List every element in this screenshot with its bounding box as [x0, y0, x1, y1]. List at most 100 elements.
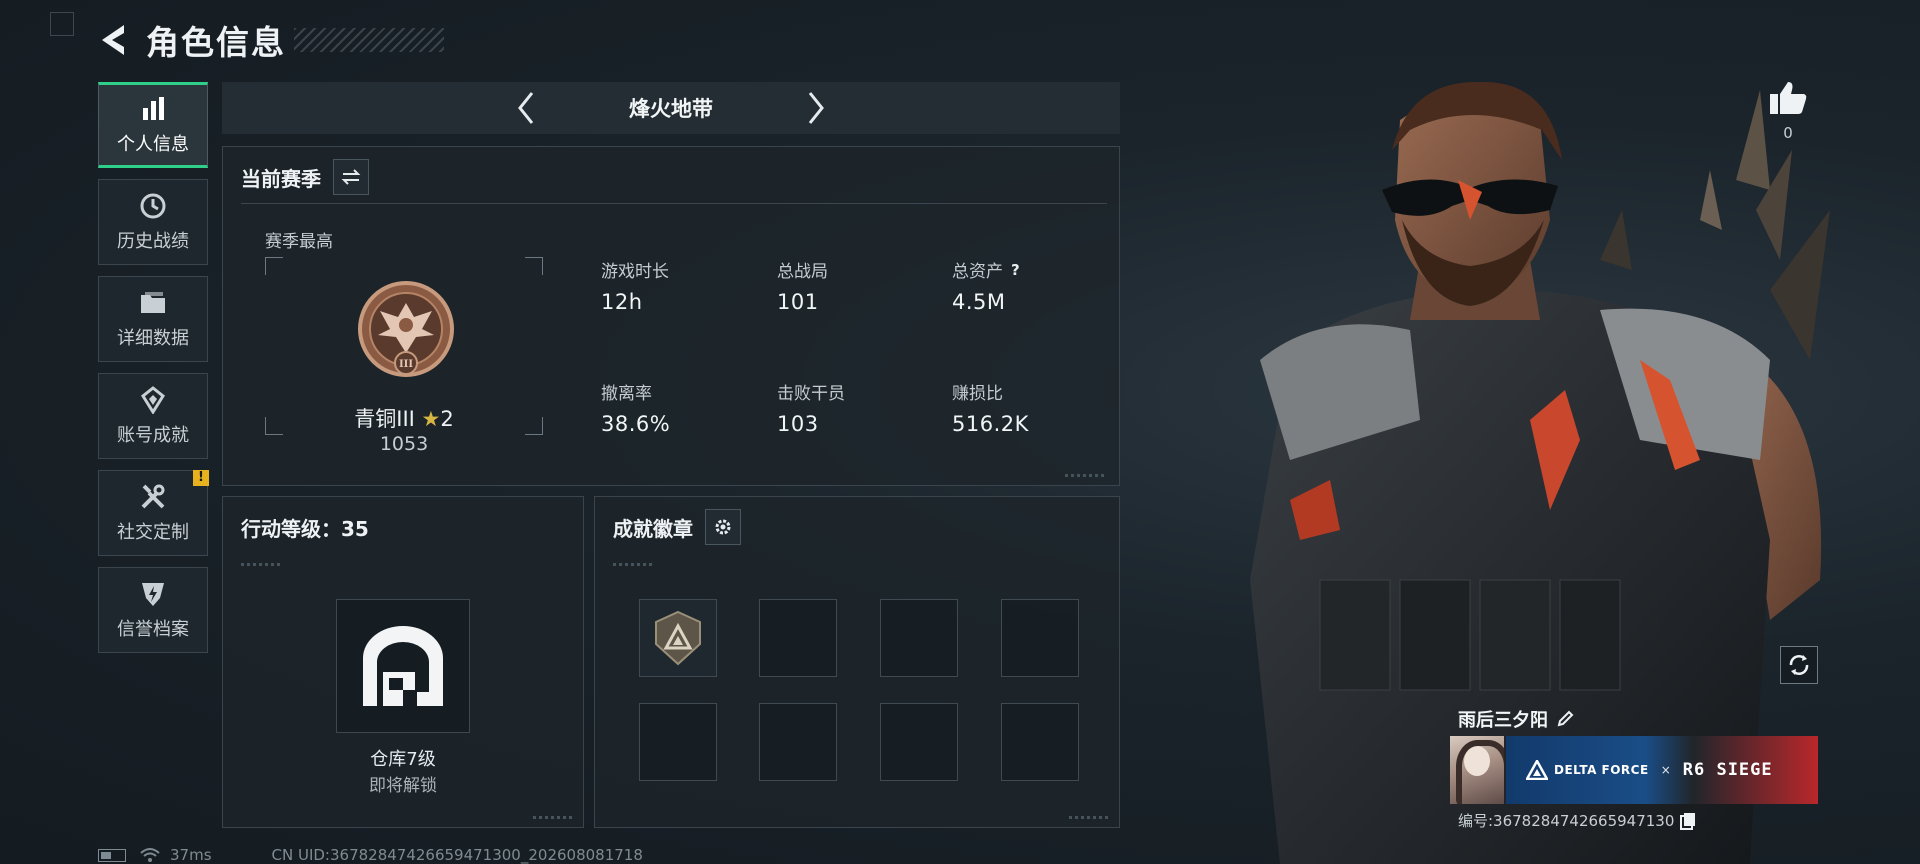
help-icon[interactable]: ?	[1011, 261, 1020, 279]
page-title: 角色信息	[146, 23, 286, 62]
frame-corner	[265, 257, 283, 275]
badge-slot-5[interactable]	[639, 703, 717, 781]
badge-slot-6[interactable]	[759, 703, 837, 781]
gear-icon[interactable]	[705, 509, 741, 545]
chevron-left-icon[interactable]	[506, 82, 546, 134]
r6-siege-logo: R6 SIEGE	[1682, 760, 1773, 780]
title-decoration	[294, 28, 444, 52]
season-header: 当前赛季	[241, 157, 369, 197]
edit-pencil-icon[interactable]	[1556, 710, 1574, 728]
stat-total-matches: 总战局 101	[777, 257, 828, 314]
nav-item-social-custom[interactable]: ! 社交定制	[98, 470, 209, 556]
stat-label: 赚损比	[952, 384, 1003, 404]
wifi-icon	[140, 847, 160, 863]
frame-corner	[525, 257, 543, 275]
badges-title: 成就徽章	[613, 516, 693, 541]
stat-value: 12h	[601, 290, 643, 314]
collab-separator: ×	[1660, 763, 1671, 777]
history-clock-icon	[138, 191, 168, 221]
stat-play-time: 游戏时长 12h	[601, 257, 669, 314]
action-level-header: 行动等级：35	[241, 507, 369, 547]
ping-value: 37ms	[170, 846, 212, 864]
player-name-row: 雨后三夕阳	[1458, 706, 1574, 732]
nav-item-personal-info[interactable]: 个人信息	[98, 82, 208, 168]
rank-name-line: 青铜III ★2	[265, 403, 543, 433]
stat-value: 101	[777, 290, 819, 314]
nav-item-achievements[interactable]: 账号成就	[98, 373, 208, 459]
achievement-badges-panel: 成就徽章	[594, 496, 1120, 828]
nav-label: 历史战绩	[117, 231, 189, 252]
stat-label: 游戏时长	[601, 262, 669, 282]
badge-slot-7[interactable]	[880, 703, 958, 781]
stat-label: 总资产 ?	[952, 257, 1020, 283]
badge-slot-8[interactable]	[1001, 703, 1079, 781]
thumbs-up-icon	[1770, 82, 1807, 114]
side-nav: 个人信息 历史战绩 详细数据 账号成就 ! 社交定制 信誉档案	[98, 82, 209, 664]
stat-value: 4.5M	[952, 290, 1006, 314]
season-panel: 当前赛季 赛季最高 III 青铜III ★2 1053 游戏时长 12h 总战局…	[222, 146, 1120, 486]
player-id-row: 编号:3678284742665947130	[1458, 810, 1696, 831]
action-level-panel: 行动等级：35 仓库7级 即将解锁	[222, 496, 584, 828]
panel-decoration	[1065, 474, 1105, 477]
player-name: 雨后三夕阳	[1458, 710, 1548, 731]
stat-profit-ratio: 赚损比 516.2K	[952, 379, 1029, 436]
rotate-model-icon[interactable]	[1780, 646, 1818, 684]
stat-label: 击败干员	[777, 384, 845, 404]
chevron-right-icon[interactable]	[796, 82, 836, 134]
battery-icon	[98, 848, 126, 862]
nav-label: 个人信息	[117, 134, 189, 155]
warehouse-icon	[363, 626, 443, 706]
divider	[241, 203, 1107, 204]
nav-label: 社交定制	[117, 522, 189, 543]
mode-switcher: 烽火地带	[222, 82, 1120, 134]
rank-numeral: III	[399, 359, 413, 370]
badge-slot-2[interactable]	[759, 599, 837, 677]
nav-label: 账号成就	[117, 425, 189, 446]
mode-title: 烽火地带	[629, 97, 713, 121]
panel-decoration	[613, 563, 653, 566]
player-id: 编号:3678284742665947130	[1458, 812, 1675, 830]
stat-value: 38.6%	[601, 412, 671, 436]
stat-label: 总战局	[777, 262, 828, 282]
stat-total-assets: 总资产 ? 4.5M	[952, 257, 1020, 315]
nav-item-history[interactable]: 历史战绩	[98, 179, 208, 265]
season-title: 当前赛季	[241, 166, 321, 191]
tools-icon	[138, 482, 168, 512]
achievement-icon	[138, 385, 168, 415]
season-best-label: 赛季最高	[265, 232, 333, 252]
bar-chart-icon	[138, 94, 168, 124]
corner-frame	[50, 12, 74, 36]
badge-slot-4[interactable]	[1001, 599, 1079, 677]
badge-slot-1[interactable]	[639, 599, 717, 677]
uid-text: CN UID:36782847426659471300_202608081718	[271, 846, 643, 864]
stat-operators-defeated: 击败干员 103	[777, 379, 845, 436]
badge-slot-3[interactable]	[880, 599, 958, 677]
like-widget[interactable]: 0	[1762, 80, 1814, 142]
delta-force-text: DELTA FORCE	[1554, 763, 1649, 777]
avatar[interactable]	[1450, 736, 1504, 804]
stat-value: 516.2K	[952, 412, 1029, 436]
back-arrow-icon[interactable]	[98, 20, 132, 60]
warning-badge: !	[193, 470, 209, 486]
panel-decoration	[533, 816, 573, 819]
badges-header: 成就徽章	[613, 507, 741, 547]
panel-decoration	[1069, 816, 1109, 819]
like-count: 0	[1783, 124, 1793, 142]
status-bar: 37ms CN UID:36782847426659471300_2026080…	[98, 846, 643, 864]
swap-icon[interactable]	[333, 159, 369, 195]
stat-label: 撤离率	[601, 384, 652, 404]
rank-frame: III 青铜III ★2 1053	[265, 257, 543, 455]
nav-item-reputation[interactable]: 信誉档案	[98, 567, 208, 653]
rank-name: 青铜III	[354, 407, 415, 431]
delta-force-logo: DELTA FORCE	[1526, 760, 1649, 780]
copy-icon[interactable]	[1680, 812, 1696, 830]
rank-stars: 2	[440, 407, 454, 431]
player-name-card[interactable]: DELTA FORCE × R6 SIEGE	[1450, 736, 1818, 804]
shield-bolt-icon	[138, 579, 168, 609]
star-icon: ★	[421, 407, 441, 431]
warehouse-status: 即将解锁	[369, 776, 437, 796]
stat-label-text: 总资产	[952, 262, 1003, 282]
nav-item-detailed-data[interactable]: 详细数据	[98, 276, 208, 362]
warehouse-reward[interactable]	[336, 599, 470, 733]
rank-score: 1053	[379, 433, 429, 455]
